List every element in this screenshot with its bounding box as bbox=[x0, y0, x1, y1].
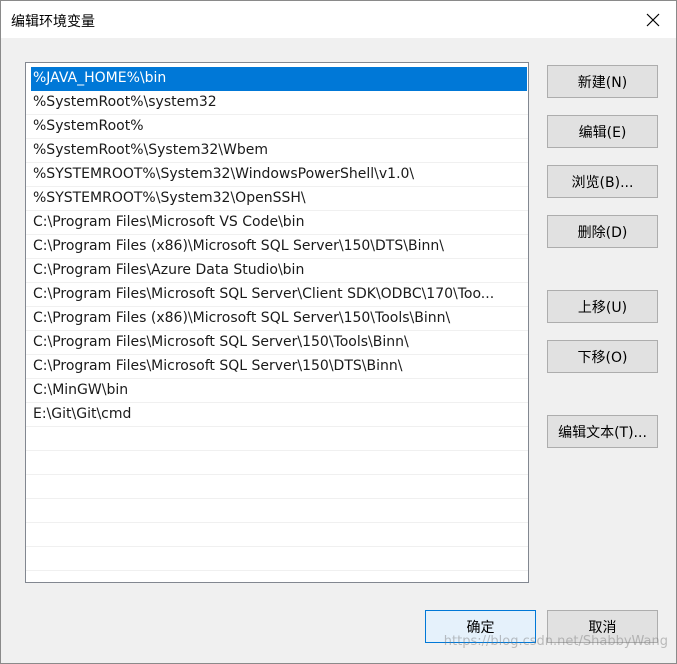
close-button[interactable] bbox=[630, 1, 676, 38]
edit-button[interactable]: 编辑(E) bbox=[547, 115, 658, 148]
path-list[interactable]: %JAVA_HOME%\bin %SystemRoot%\system32 %Sys… bbox=[25, 62, 529, 583]
list-item[interactable]: %JAVA_HOME%\bin bbox=[31, 67, 527, 91]
list-item[interactable]: %SYSTEMROOT%\System32\WindowsPowerShell\… bbox=[26, 163, 528, 187]
move-up-button[interactable]: 上移(U) bbox=[547, 290, 658, 323]
edit-text-button[interactable]: 编辑文本(T)... bbox=[547, 415, 658, 448]
close-icon bbox=[646, 13, 660, 26]
list-item[interactable]: C:\Program Files\Microsoft VS Code\bin bbox=[26, 211, 528, 235]
title-bar: 编辑环境变量 bbox=[1, 1, 676, 38]
move-down-button[interactable]: 下移(O) bbox=[547, 340, 658, 373]
empty-list-row[interactable] bbox=[26, 427, 528, 451]
list-item[interactable]: %SystemRoot%\System32\Wbem bbox=[26, 139, 528, 163]
empty-list-row[interactable] bbox=[26, 547, 528, 571]
list-item[interactable]: C:\Program Files\Azure Data Studio\bin bbox=[26, 259, 528, 283]
list-item[interactable]: C:\Program Files\Microsoft SQL Server\15… bbox=[26, 331, 528, 355]
watermark-text: https://blog.csdn.net/ShabbyWang bbox=[443, 634, 668, 649]
list-item[interactable]: C:\Program Files\Microsoft SQL Server\15… bbox=[26, 355, 528, 379]
empty-list-row[interactable] bbox=[26, 523, 528, 547]
list-item[interactable]: C:\Program Files (x86)\Microsoft SQL Ser… bbox=[26, 235, 528, 259]
browse-button[interactable]: 浏览(B)... bbox=[547, 165, 658, 198]
list-item[interactable]: %SYSTEMROOT%\System32\OpenSSH\ bbox=[26, 187, 528, 211]
list-item[interactable]: E:\Git\Git\cmd bbox=[26, 403, 528, 427]
dialog-title: 编辑环境变量 bbox=[11, 14, 95, 30]
list-item[interactable]: C:\MinGW\bin bbox=[26, 379, 528, 403]
empty-list-row[interactable] bbox=[26, 475, 528, 499]
empty-list-row[interactable] bbox=[26, 499, 528, 523]
list-item[interactable]: %SystemRoot%\system32 bbox=[26, 91, 528, 115]
delete-button[interactable]: 删除(D) bbox=[547, 215, 658, 248]
edit-env-variable-dialog: 编辑环境变量 %JAVA_HOME%\bin %SystemRoot%\syste… bbox=[0, 0, 677, 664]
new-button[interactable]: 新建(N) bbox=[547, 65, 658, 98]
empty-list-row[interactable] bbox=[26, 451, 528, 475]
list-item[interactable]: C:\Program Files (x86)\Microsoft SQL Ser… bbox=[26, 307, 528, 331]
list-item[interactable]: C:\Program Files\Microsoft SQL Server\Cl… bbox=[26, 283, 528, 307]
list-item[interactable]: %SystemRoot% bbox=[26, 115, 528, 139]
